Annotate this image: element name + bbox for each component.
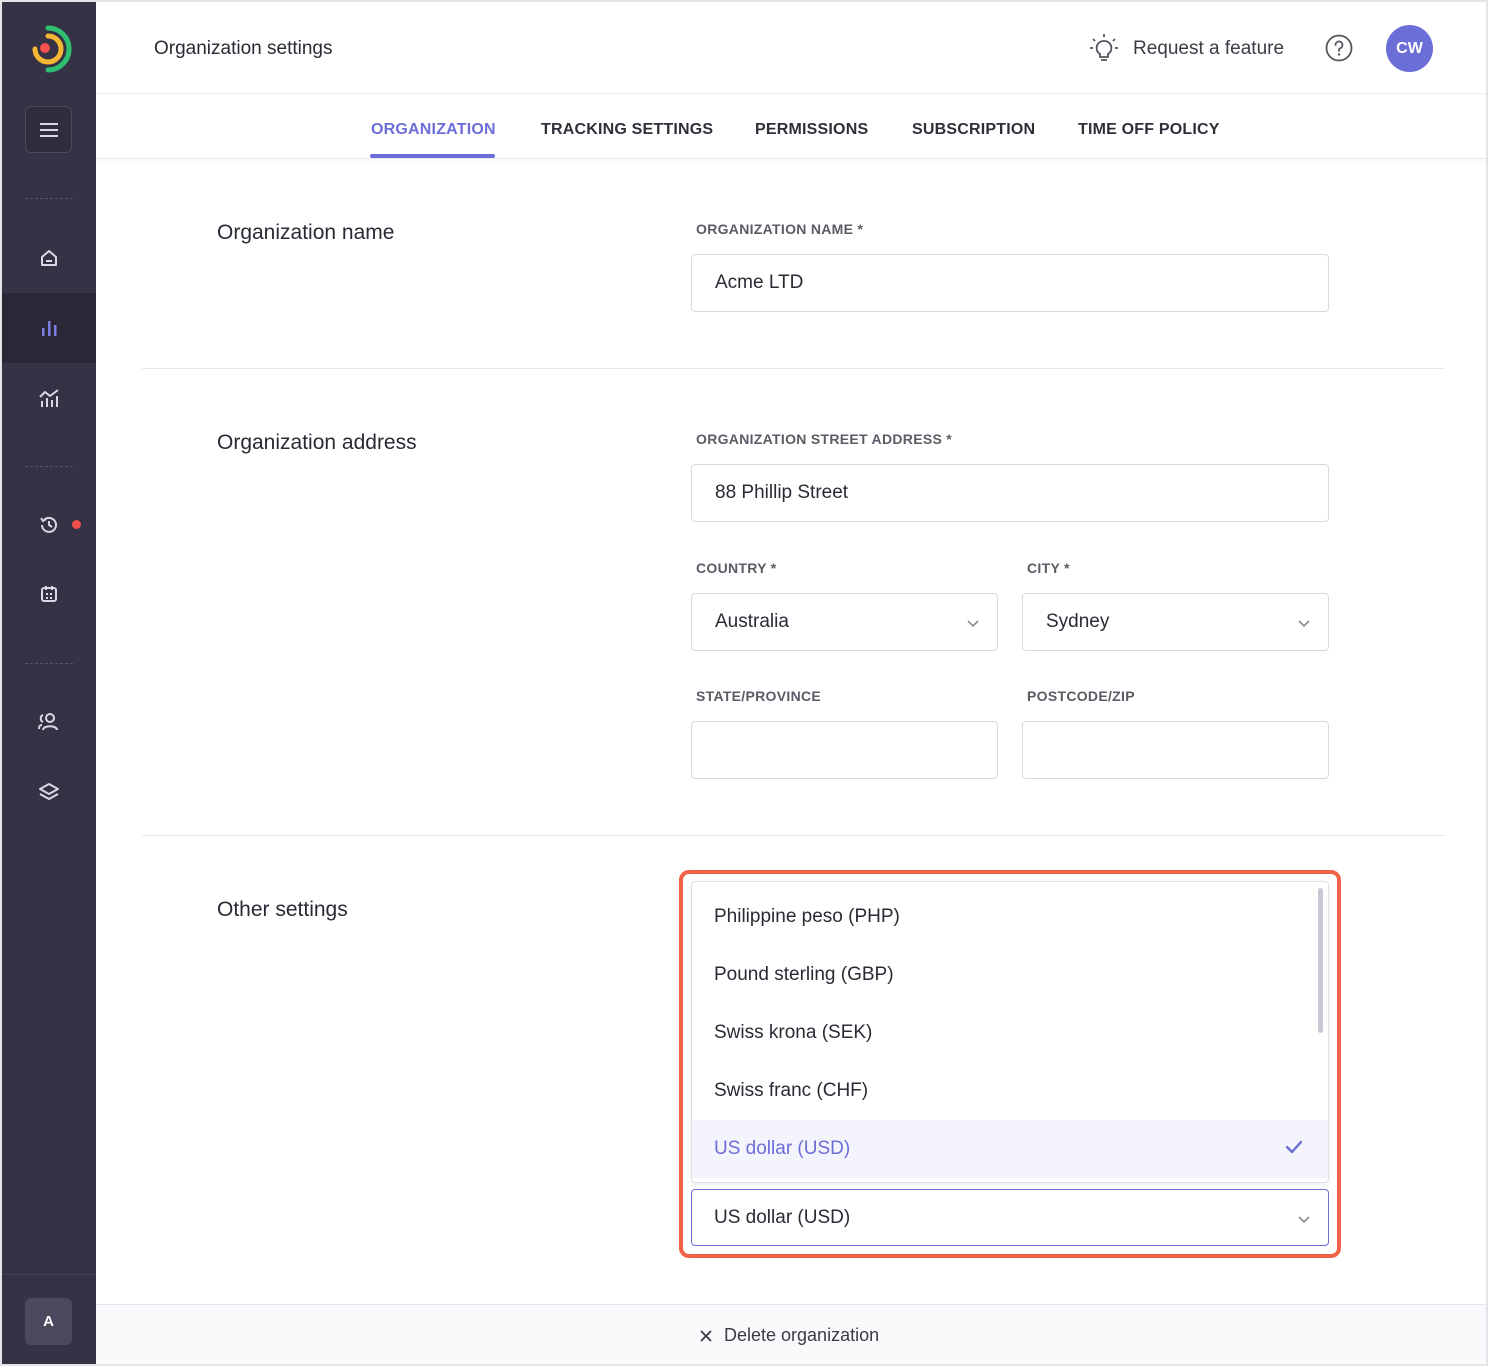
- request-feature-link[interactable]: Request a feature: [1089, 32, 1284, 66]
- tab-organization[interactable]: ORGANIZATION: [371, 121, 496, 139]
- currency-option[interactable]: Swiss krona (SEK): [692, 1004, 1328, 1062]
- street-address-value: 88 Phillip Street: [715, 482, 849, 503]
- currency-select[interactable]: US dollar (USD): [691, 1189, 1329, 1246]
- currency-option[interactable]: Philippine peso (PHP): [692, 888, 1328, 946]
- calendar-icon: [41, 586, 57, 602]
- account-switcher[interactable]: A: [25, 1298, 72, 1345]
- sidebar-item-home[interactable]: [2, 223, 96, 293]
- app-logo[interactable]: [26, 24, 72, 74]
- org-name-value: Acme LTD: [715, 272, 804, 293]
- city-select[interactable]: Sydney: [1022, 593, 1329, 651]
- country-select[interactable]: Australia: [691, 593, 998, 651]
- org-name-input[interactable]: Acme LTD: [691, 254, 1329, 312]
- currency-option-selected[interactable]: US dollar (USD): [692, 1120, 1328, 1178]
- section-title-other-settings: Other settings: [217, 898, 348, 921]
- user-avatar[interactable]: CW: [1386, 25, 1433, 72]
- sidebar-item-projects[interactable]: [2, 757, 96, 827]
- currency-dropdown-list[interactable]: Philippine peso (PHP) Pound sterling (GB…: [691, 881, 1329, 1183]
- users-icon: [38, 713, 58, 731]
- postcode-label: POSTCODE/ZIP: [1027, 688, 1135, 704]
- section-divider: [142, 368, 1444, 369]
- country-value: Australia: [715, 611, 789, 632]
- trend-chart-icon: [39, 389, 59, 407]
- menu-icon: [39, 122, 58, 137]
- currency-option-label: US dollar (USD): [714, 1138, 851, 1159]
- menu-button[interactable]: [25, 106, 72, 153]
- chevron-down-icon: [1298, 1216, 1310, 1224]
- home-icon: [41, 250, 57, 266]
- top-header: Organization settings Request a feature …: [96, 2, 1486, 94]
- notification-dot: [72, 520, 81, 529]
- sidebar-item-analytics[interactable]: [2, 363, 96, 433]
- postcode-input[interactable]: [1022, 721, 1329, 779]
- street-address-input[interactable]: 88 Phillip Street: [691, 464, 1329, 522]
- layers-icon: [39, 783, 59, 800]
- help-icon[interactable]: [1325, 34, 1353, 62]
- city-value: Sydney: [1046, 611, 1110, 632]
- sidebar-divider: [25, 663, 73, 664]
- country-label: COUNTRY *: [696, 560, 777, 576]
- app-window: A Organization settings Request a featur…: [0, 0, 1488, 1366]
- footer-bar: Delete organization: [96, 1304, 1486, 1364]
- tab-time-off-policy[interactable]: TIME OFF POLICY: [1078, 121, 1220, 139]
- sidebar-divider: [25, 198, 73, 199]
- tab-subscription[interactable]: SUBSCRIPTION: [912, 121, 1035, 139]
- check-icon: [1286, 1140, 1302, 1154]
- active-tab-indicator: [370, 154, 495, 158]
- tab-tracking-settings[interactable]: TRACKING SETTINGS: [541, 121, 713, 139]
- sidebar-item-people[interactable]: [2, 687, 96, 757]
- street-address-label: ORGANIZATION STREET ADDRESS *: [696, 431, 953, 447]
- bar-chart-icon: [42, 321, 57, 336]
- delete-organization-label: Delete organization: [724, 1325, 880, 1345]
- sidebar-divider: [25, 466, 73, 467]
- chevron-down-icon: [967, 620, 979, 628]
- city-label: CITY *: [1027, 560, 1070, 576]
- tab-permissions[interactable]: PERMISSIONS: [755, 121, 868, 139]
- dropdown-scrollbar[interactable]: [1318, 888, 1323, 1033]
- state-label: STATE/PROVINCE: [696, 688, 822, 704]
- section-title-org-name: Organization name: [217, 221, 395, 244]
- sidebar-item-calendar[interactable]: [2, 559, 96, 629]
- state-input[interactable]: [691, 721, 998, 779]
- currency-option[interactable]: Pound sterling (GBP): [692, 946, 1328, 1004]
- currency-option[interactable]: Swiss franc (CHF): [692, 1062, 1328, 1120]
- section-divider: [142, 835, 1444, 836]
- sidebar-item-history[interactable]: [2, 490, 96, 560]
- history-icon: [40, 516, 57, 533]
- delete-organization-button[interactable]: Delete organization: [700, 1325, 879, 1346]
- section-title-org-address: Organization address: [217, 431, 417, 454]
- sidebar: A: [2, 2, 96, 1364]
- sidebar-bottom-divider: [2, 1274, 96, 1275]
- chevron-down-icon: [1298, 620, 1310, 628]
- request-feature-label: Request a feature: [1133, 38, 1285, 59]
- org-name-label: ORGANIZATION NAME *: [696, 221, 864, 237]
- settings-tabs: ORGANIZATION TRACKING SETTINGS PERMISSIO…: [96, 95, 1486, 159]
- sidebar-item-reports[interactable]: [2, 293, 96, 363]
- lightbulb-icon: [1090, 34, 1118, 61]
- close-icon: [700, 1329, 712, 1342]
- currency-select-value: US dollar (USD): [714, 1206, 851, 1228]
- page-title: Organization settings: [154, 38, 333, 59]
